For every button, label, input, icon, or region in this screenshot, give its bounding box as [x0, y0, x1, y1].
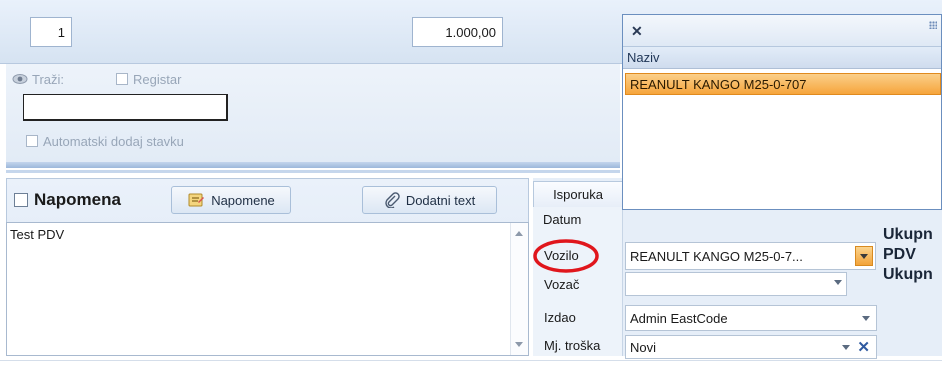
napomena-text: Test PDV — [10, 227, 65, 242]
annotation-circle — [533, 239, 599, 273]
napomena-checkbox[interactable] — [14, 193, 28, 207]
grip-icon[interactable] — [929, 21, 937, 29]
izdao-combo[interactable]: Admin EastCode — [625, 305, 877, 331]
splitter-line — [6, 170, 620, 173]
napomene-button[interactable]: Napomene — [171, 186, 291, 214]
trazi-label: Traži: — [32, 71, 65, 87]
total-label-2: Ukupn — [883, 266, 933, 283]
auto-add-checkbox-row[interactable]: Automatski dodaj stavku — [26, 132, 184, 150]
chevron-down-icon — [860, 254, 868, 259]
vozilo-combo[interactable]: REANULT KANGO M25-0-7... — [625, 242, 876, 270]
izdao-label: Izdao — [544, 310, 576, 325]
mj-troska-label: Mj. troška — [544, 338, 601, 353]
registar-checkbox[interactable] — [116, 73, 128, 85]
dodatni-text-button[interactable]: Dodatni text — [362, 186, 497, 214]
note-icon — [188, 193, 205, 207]
vozac-label: Vozač — [544, 277, 580, 292]
mj-troska-value: Novi — [630, 339, 657, 355]
popup-selected-row[interactable]: REANULT KANGO M25-0-707 — [625, 73, 941, 95]
datum-label: Datum — [543, 212, 582, 227]
registar-label: Registar — [133, 71, 182, 87]
eye-icon — [12, 74, 28, 84]
totals-area: Ukupn PDV Ukupn — [878, 226, 942, 296]
mj-troska-combo[interactable]: Novi ✕ — [625, 335, 877, 359]
clear-icon[interactable]: ✕ — [857, 338, 870, 356]
price-field[interactable]: 1.000,00 — [412, 17, 503, 47]
auto-add-label: Automatski dodaj stavku — [43, 133, 184, 149]
vozilo-value: REANULT KANGO M25-0-7... — [630, 248, 803, 264]
tab-isporuka[interactable]: Isporuka — [533, 181, 623, 207]
napomena-title: Napomena — [34, 190, 121, 209]
registar-checkbox-row[interactable]: Registar — [116, 70, 181, 88]
napomena-checkbox-row[interactable]: Napomena — [14, 190, 121, 210]
quantity-field[interactable]: 1 — [30, 17, 72, 47]
pdv-label: PDV — [883, 246, 916, 263]
close-icon[interactable]: ✕ — [631, 23, 643, 40]
search-input[interactable] — [23, 94, 228, 121]
izdao-value: Admin EastCode — [630, 310, 728, 326]
bottom-edge — [0, 360, 942, 371]
paperclip-icon — [385, 192, 400, 208]
chevron-down-icon[interactable] — [834, 280, 842, 285]
popup-header: ✕ — [623, 15, 941, 47]
scroll-down-icon[interactable] — [515, 342, 523, 347]
scroll-up-icon[interactable] — [515, 231, 523, 236]
total-label-1: Ukupn — [883, 226, 933, 243]
dodatni-text-button-label: Dodatni text — [405, 192, 476, 208]
splitter[interactable] — [6, 162, 620, 168]
vozilo-dropdown-button[interactable] — [855, 246, 873, 266]
chevron-down-icon[interactable] — [862, 316, 870, 321]
napomena-textarea[interactable]: Test PDV — [6, 222, 529, 356]
trazi-row: Traži: — [12, 70, 64, 88]
napomene-button-label: Napomene — [211, 192, 275, 208]
napomena-scrollbar[interactable] — [510, 223, 528, 355]
popup-column-naziv[interactable]: Naziv — [623, 47, 941, 69]
vozilo-lookup-popup[interactable]: ✕ Naziv REANULT KANGO M25-0-707 — [622, 14, 942, 210]
chevron-down-icon[interactable] — [842, 345, 850, 350]
auto-add-checkbox[interactable] — [26, 135, 38, 147]
vozac-combo[interactable] — [625, 272, 847, 296]
